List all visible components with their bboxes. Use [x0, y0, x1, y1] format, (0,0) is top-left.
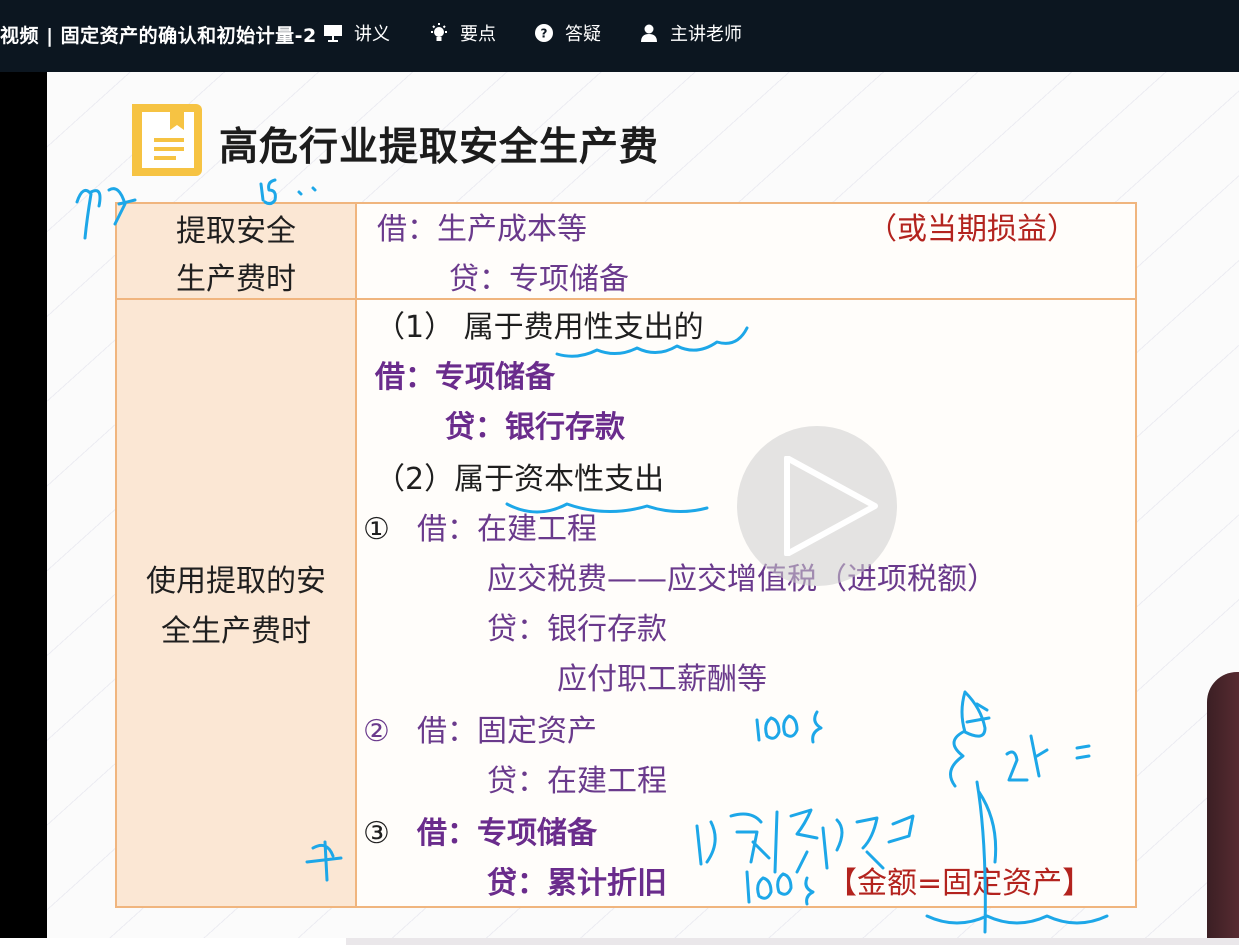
row1-label-line2: 生产费时 [176, 262, 296, 297]
case2-title: （2）属于资本性支出 [375, 462, 665, 497]
play-icon [784, 456, 878, 556]
row2-label-line2: 全生产费时 [161, 614, 311, 649]
step1-credit2: 应付职工薪酬等 [557, 662, 767, 697]
nav-key-points[interactable]: 要点 [428, 20, 496, 46]
slide-heading: 高危行业提取安全生产费 [219, 125, 660, 170]
notebook-icon [132, 104, 202, 176]
nav-key-points-label: 要点 [460, 24, 496, 45]
row1-debit: 借：生产成本等 [377, 212, 587, 247]
video-title: 视频 | 固定资产的确认和初始计量-2 [0, 25, 317, 47]
step1-tax-line: 应交税费——应交增值税（进项税额） [487, 562, 997, 597]
step2-number: ② [363, 714, 390, 749]
step3-amount-note: 【金额=固定资产】 [827, 866, 1093, 901]
row1-content-cell: 借：生产成本等 （或当期损益） 贷：专项储备 [355, 202, 1137, 300]
row1-label-line1: 提取安全 [176, 214, 296, 249]
presentation-icon [324, 25, 342, 42]
question-bubble-icon: ? [535, 24, 553, 42]
step3-credit: 贷：累计折旧 [487, 866, 667, 901]
presenter-figure [1207, 672, 1239, 938]
play-button[interactable] [737, 426, 897, 586]
step2-credit: 贷：在建工程 [487, 764, 667, 799]
row1-credit: 贷：专项储备 [449, 262, 629, 297]
step1-credit: 贷：银行存款 [487, 612, 667, 647]
nav-lecturer[interactable]: 主讲老师 [638, 20, 742, 46]
row1-debit-note: （或当期损益） [867, 212, 1077, 247]
nav-handout[interactable]: 讲义 [322, 20, 390, 46]
case1-credit: 贷：银行存款 [445, 410, 625, 445]
teacher-icon [641, 24, 657, 42]
step2-debit: 借：固定资产 [417, 714, 597, 749]
nav-lecturer-label: 主讲老师 [670, 24, 742, 45]
case1-title: （1） 属于费用性支出的 [375, 310, 704, 345]
step3-debit: 借：专项储备 [417, 816, 597, 851]
step1-number: ① [363, 512, 390, 547]
row2-label-line1: 使用提取的安 [146, 564, 326, 599]
step3-number: ③ [363, 816, 390, 851]
video-slide[interactable]: 高危行业提取安全生产费 提取安全 生产费时 借：生产成本等 （或当期损益） 贷：… [47, 72, 1239, 938]
step1-debit: 借：在建工程 [417, 512, 597, 547]
progress-strip[interactable] [0, 938, 1239, 945]
nav-qa-label: 答疑 [565, 24, 601, 45]
nav-handout-label: 讲义 [354, 24, 390, 45]
case1-debit: 借：专项储备 [375, 360, 555, 395]
progress-played [0, 938, 346, 945]
journal-entry-table: 提取安全 生产费时 借：生产成本等 （或当期损益） 贷：专项储备 使用提取的安 … [115, 202, 1137, 908]
row2-label-cell: 使用提取的安 全生产费时 [115, 298, 357, 908]
top-bar: 视频 | 固定资产的确认和初始计量-2 讲义 要点 ? 答疑 主讲老师 [0, 0, 1239, 72]
video-letterbox [0, 72, 47, 945]
row1-label-cell: 提取安全 生产费时 [115, 202, 357, 300]
svg-text:?: ? [541, 27, 548, 41]
row2-content-cell: （1） 属于费用性支出的 借：专项储备 贷：银行存款 （2）属于资本性支出 ① … [355, 298, 1137, 908]
lightbulb-icon [431, 23, 447, 41]
nav-qa[interactable]: ? 答疑 [533, 20, 601, 46]
